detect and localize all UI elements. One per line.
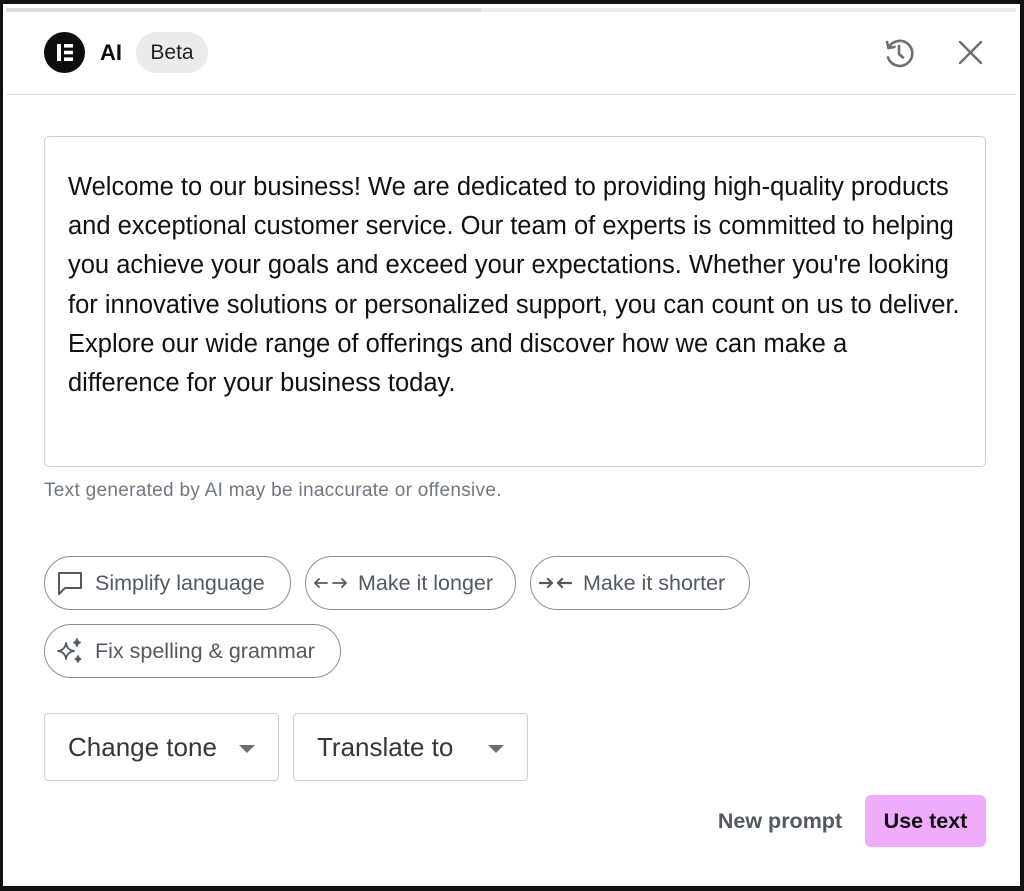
chip-label: Make it shorter [583, 570, 726, 595]
use-text-button[interactable]: Use text [865, 795, 986, 847]
select-label: Change tone [68, 731, 217, 762]
expand-arrows-icon [312, 568, 350, 598]
generated-text-area[interactable]: Welcome to our business! We are dedicate… [44, 136, 986, 467]
chip-label: Simplify language [95, 570, 265, 595]
speech-bubble-icon [55, 568, 85, 598]
caret-down-icon [239, 745, 255, 753]
fix-spelling-grammar-button[interactable]: Fix spelling & grammar [44, 624, 341, 678]
beta-badge: Beta [136, 32, 208, 73]
make-shorter-button[interactable]: Make it shorter [530, 556, 750, 610]
history-icon [885, 39, 914, 68]
simplify-language-button[interactable]: Simplify language [44, 556, 291, 610]
history-button[interactable] [880, 34, 918, 72]
change-tone-select[interactable]: Change tone [44, 713, 279, 781]
caret-down-icon [488, 745, 504, 753]
ai-dialog: AI Beta Welcome to our business! We are … [0, 0, 1024, 891]
shrink-arrows-icon [537, 568, 575, 598]
make-longer-button[interactable]: Make it longer [305, 556, 516, 610]
chip-label: Fix spelling & grammar [95, 638, 315, 663]
close-icon [958, 40, 983, 65]
sparkles-icon [55, 636, 85, 666]
select-label: Translate to [317, 731, 454, 762]
new-prompt-button[interactable]: New prompt [707, 796, 853, 846]
ai-disclaimer: Text generated by AI may be inaccurate o… [44, 480, 502, 501]
close-button[interactable] [951, 34, 989, 72]
chip-label: Make it longer [358, 570, 494, 595]
translate-to-select[interactable]: Translate to [293, 713, 528, 781]
dialog-header: AI Beta [6, 12, 1016, 95]
dialog-title: AI [100, 40, 122, 65]
elementor-logo-icon [44, 32, 85, 73]
